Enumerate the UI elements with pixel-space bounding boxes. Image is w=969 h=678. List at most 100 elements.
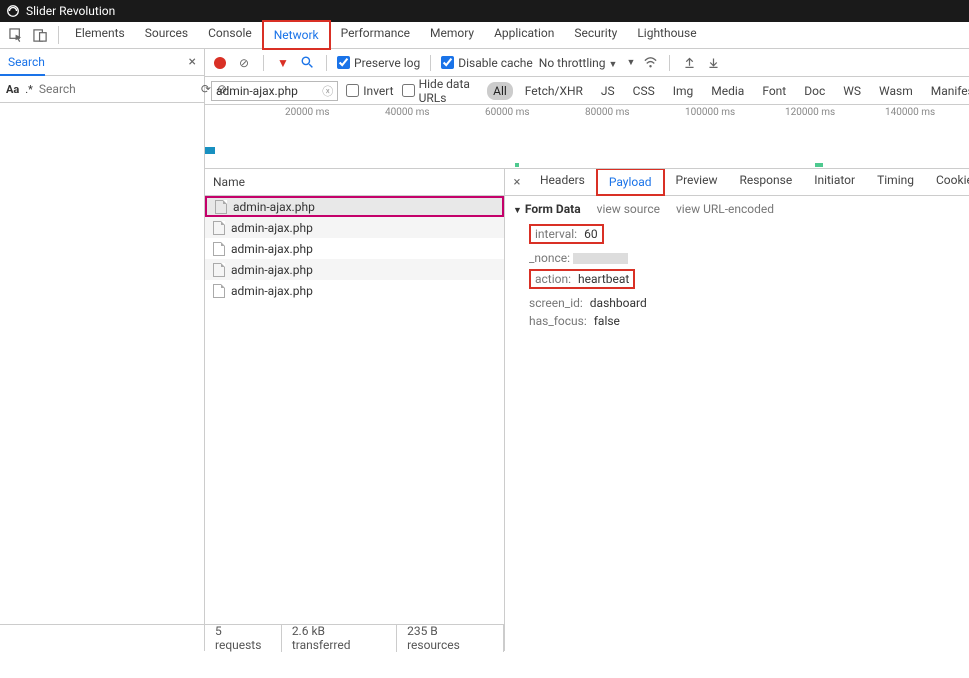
inspect-element-icon[interactable]: [4, 23, 28, 47]
document-icon: [213, 242, 225, 256]
export-har-icon[interactable]: [704, 56, 722, 69]
detail-tab-timing[interactable]: Timing: [866, 168, 925, 196]
tab-application[interactable]: Application: [484, 20, 564, 50]
network-panel: ⊘ ▼ Preserve log Disable cache No thrott…: [205, 49, 969, 651]
document-icon: [213, 263, 225, 277]
search-input[interactable]: [39, 82, 195, 96]
search-panel: Search × Aa .* ⟳ ⊘: [0, 49, 205, 651]
type-filter-fetch-xhr[interactable]: Fetch/XHR: [519, 82, 589, 100]
footer-requests: 5 requests: [205, 624, 282, 652]
type-filter-wasm[interactable]: Wasm: [873, 82, 919, 100]
search-icon[interactable]: [298, 56, 316, 69]
detail-tab-payload[interactable]: Payload: [596, 168, 665, 196]
app-logo-icon: [6, 4, 20, 18]
request-name: admin-ajax.php: [231, 263, 313, 277]
type-filter-all[interactable]: All: [487, 82, 513, 100]
type-filter-media[interactable]: Media: [705, 82, 750, 100]
tab-memory[interactable]: Memory: [420, 20, 484, 50]
footer-transferred: 2.6 kB transferred: [282, 624, 397, 652]
invert-checkbox[interactable]: Invert: [346, 84, 393, 98]
form-data-row: _nonce:: [513, 249, 969, 267]
form-data-toggle[interactable]: ▼Form Data: [513, 202, 581, 216]
detail-tab-cookies[interactable]: Cookies: [925, 168, 969, 196]
hide-data-urls-checkbox[interactable]: Hide data URLs: [402, 77, 480, 105]
detail-tabs: × HeadersPayloadPreviewResponseInitiator…: [505, 169, 969, 196]
network-footer: 5 requests 2.6 kB transferred 235 B reso…: [205, 624, 504, 651]
tab-console[interactable]: Console: [198, 20, 262, 50]
name-column-header[interactable]: Name: [205, 169, 504, 196]
device-toggle-icon[interactable]: [28, 23, 52, 47]
type-filter-img[interactable]: Img: [667, 82, 700, 100]
timeline-tick: 60000 ms: [485, 107, 530, 118]
search-panel-header: Search ×: [0, 49, 204, 76]
form-data-row: interval: 60: [513, 222, 969, 249]
timeline-tick: 140000 ms: [885, 107, 935, 118]
timeline-tick: 120000 ms: [785, 107, 835, 118]
document-icon: [213, 221, 225, 235]
request-row[interactable]: admin-ajax.php: [205, 238, 504, 259]
request-row[interactable]: admin-ajax.php: [205, 217, 504, 238]
tab-network[interactable]: Network: [262, 20, 331, 50]
window-titlebar: Slider Revolution: [0, 0, 969, 22]
clear-icon[interactable]: ⊘: [235, 56, 253, 70]
form-data-row: screen_id: dashboard: [513, 294, 969, 312]
payload-body: ▼Form Data view source view URL-encoded …: [505, 196, 969, 336]
request-row[interactable]: admin-ajax.php: [205, 280, 504, 301]
timeline-tick: 100000 ms: [685, 107, 735, 118]
request-name: admin-ajax.php: [231, 242, 313, 256]
close-icon[interactable]: ×: [189, 54, 196, 70]
type-filter-js[interactable]: JS: [595, 82, 621, 100]
timeline-tick: 80000 ms: [585, 107, 630, 118]
type-filter-manifest[interactable]: Manifest: [925, 82, 969, 100]
network-toolbar: ⊘ ▼ Preserve log Disable cache No thrott…: [205, 49, 969, 77]
tab-elements[interactable]: Elements: [65, 20, 135, 50]
document-icon: [213, 284, 225, 298]
request-name: admin-ajax.php: [231, 221, 313, 235]
type-filter-font[interactable]: Font: [756, 82, 792, 100]
document-icon: [215, 200, 227, 214]
tab-security[interactable]: Security: [564, 20, 627, 50]
type-filter-css[interactable]: CSS: [627, 82, 661, 100]
form-data-row: action: heartbeat: [513, 267, 969, 294]
request-list: Name admin-ajax.php admin-ajax.php admin-a…: [205, 169, 505, 651]
disable-cache-checkbox[interactable]: Disable cache: [441, 56, 533, 70]
preserve-log-checkbox[interactable]: Preserve log: [337, 56, 420, 70]
network-timeline[interactable]: 20000 ms 40000 ms 60000 ms 80000 ms 100000 m…: [205, 105, 969, 169]
filter-input[interactable]: admin-ajax.php ⓧ: [211, 81, 338, 101]
detail-tab-preview[interactable]: Preview: [665, 168, 729, 196]
clear-filter-icon[interactable]: ⓧ: [322, 83, 333, 99]
search-results-empty: [0, 103, 204, 624]
detail-tab-headers[interactable]: Headers: [529, 168, 596, 196]
network-filter-row: admin-ajax.php ⓧ Invert Hide data URLs A…: [205, 77, 969, 105]
tab-performance[interactable]: Performance: [331, 20, 420, 50]
type-filter-ws[interactable]: WS: [837, 82, 867, 100]
record-button[interactable]: [211, 57, 229, 69]
detail-tab-response[interactable]: Response: [728, 168, 803, 196]
tab-sources[interactable]: Sources: [135, 20, 198, 50]
match-case-toggle[interactable]: Aa: [6, 83, 19, 96]
devtools-tabs: ElementsSourcesConsoleNetworkPerformance…: [0, 22, 969, 49]
search-tab-label[interactable]: Search: [8, 55, 45, 69]
type-filter-doc[interactable]: Doc: [798, 82, 831, 100]
network-conditions-icon[interactable]: [641, 55, 659, 70]
request-name: admin-ajax.php: [231, 284, 313, 298]
close-detail-icon[interactable]: ×: [505, 175, 529, 190]
request-row[interactable]: admin-ajax.php: [205, 196, 504, 217]
view-url-encoded-link[interactable]: view URL-encoded: [676, 202, 774, 216]
timeline-tick: 20000 ms: [285, 107, 330, 118]
request-detail-pane: × HeadersPayloadPreviewResponseInitiator…: [505, 169, 969, 651]
view-source-link[interactable]: view source: [597, 202, 660, 216]
search-footer: [0, 624, 204, 651]
regex-toggle[interactable]: .*: [25, 83, 33, 96]
throttling-select[interactable]: No throttling▼: [539, 56, 618, 70]
detail-tab-initiator[interactable]: Initiator: [803, 168, 866, 196]
timeline-tick: 40000 ms: [385, 107, 430, 118]
throttle-more-icon[interactable]: ▼: [626, 57, 635, 68]
tab-lighthouse[interactable]: Lighthouse: [627, 20, 706, 50]
request-name: admin-ajax.php: [233, 200, 315, 214]
request-row[interactable]: admin-ajax.php: [205, 259, 504, 280]
filter-icon[interactable]: ▼: [274, 56, 292, 70]
window-title: Slider Revolution: [26, 4, 115, 18]
import-har-icon[interactable]: [680, 56, 698, 69]
search-criteria-row: Aa .* ⟳ ⊘: [0, 76, 204, 103]
